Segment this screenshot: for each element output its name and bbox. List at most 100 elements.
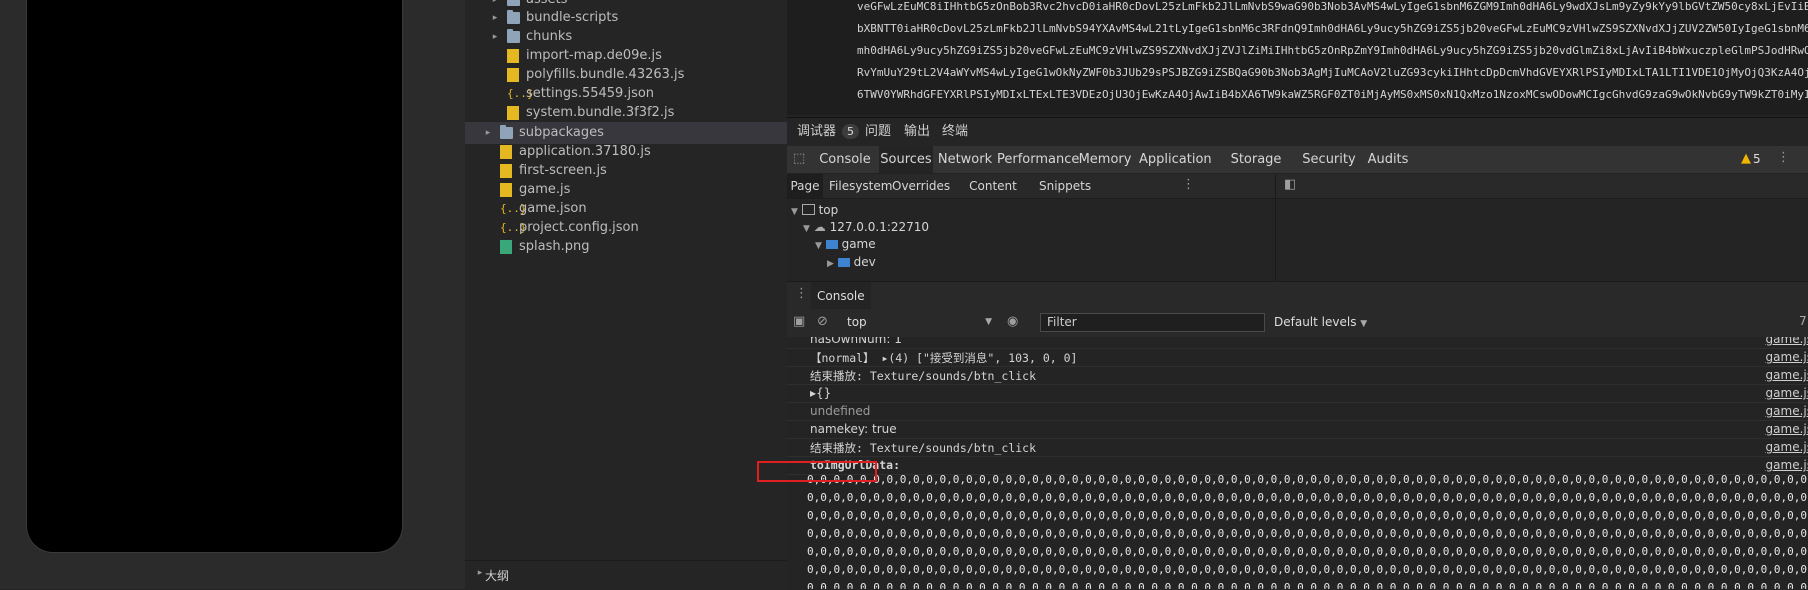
tree-node-game[interactable]: ▼ game <box>815 237 876 251</box>
tab-output[interactable]: 输出 <box>904 118 930 146</box>
folder-icon <box>837 258 850 267</box>
folder-icon <box>507 10 520 24</box>
drawer-tabbar: ⋮ Console <box>787 281 1808 310</box>
data-dump-line: 0,0,0,0,0,0,0,0,0,0,0,0,0,0,0,0,0,0,0,0,… <box>807 545 1808 558</box>
phone-screen[interactable] <box>27 0 402 552</box>
console-message: namekey: true game.js <box>787 420 1808 439</box>
tab-audits[interactable]: Audits <box>1362 146 1414 173</box>
warning-count[interactable]: 5 <box>1753 146 1761 173</box>
console-toolbar: ▣ ⊘ top ▼ ◉ Filter Default levels ▼ 7 <box>787 309 1808 338</box>
console-message: ▸{} game.js <box>787 384 1808 403</box>
tree-item[interactable]: system.bundle.3f3f2.js <box>465 102 787 124</box>
source-link[interactable]: game.js <box>1766 337 1808 346</box>
tab-problems[interactable]: 问题 <box>865 118 891 146</box>
js-file-icon <box>507 49 519 63</box>
tab-network[interactable]: Network <box>937 146 993 173</box>
source-link[interactable]: game.js <box>1766 368 1808 382</box>
data-dump-line: 0,0,0,0,0,0,0,0,0,0,0,0,0,0,0,0,0,0,0,0,… <box>807 473 1808 486</box>
inspect-element-icon[interactable]: ⬚ <box>793 151 805 166</box>
more-vertical-icon[interactable]: ⋮ <box>795 286 808 301</box>
frame-icon <box>801 204 815 215</box>
log-levels-label: Default levels <box>1274 315 1357 329</box>
source-link[interactable]: game.js <box>1766 350 1808 364</box>
tab-security[interactable]: Security <box>1300 146 1358 173</box>
source-editor: ◧ <box>1275 174 1808 281</box>
console-message: 结束播放: Texture/sounds/btn_click game.js <box>787 366 1808 385</box>
eye-icon[interactable]: ◉ <box>1007 314 1018 329</box>
tab-application[interactable]: Application <box>1139 146 1212 173</box>
tree-item[interactable]: splash.png <box>465 236 787 258</box>
outline-section[interactable]: ▸ 大纲 <box>465 560 787 590</box>
subtab-content-scripts[interactable]: Content scripts <box>953 174 1033 217</box>
dropdown-arrow-icon: ▼ <box>985 317 992 327</box>
message-text: undefined <box>810 404 871 418</box>
tab-sources[interactable]: Sources <box>879 146 933 173</box>
debugger-badge: 5 <box>842 124 860 139</box>
source-link[interactable]: game.js <box>1766 458 1808 472</box>
more-vertical-icon[interactable]: ⋮ <box>1182 177 1195 192</box>
toggle-navigator-icon[interactable]: ◧ <box>1284 177 1296 192</box>
message-text: hasOwnNum: 1 <box>810 337 902 346</box>
blob-line: veGFwLzEuMC8iIHhtbG5zOnBob3Rvc2hvcD0iaHR… <box>857 0 1808 13</box>
log-levels-select[interactable]: Default levels ▼ <box>1274 313 1367 334</box>
cloud-icon: ☁ <box>813 220 826 234</box>
subtab-overrides[interactable]: Overrides <box>892 174 950 198</box>
tree-node-top[interactable]: ▼ top <box>791 203 838 217</box>
message-text: 结束播放: Texture/sounds/btn_click <box>810 441 1037 455</box>
tab-performance[interactable]: Performance <box>997 146 1079 173</box>
subtab-snippets[interactable]: Snippets <box>1039 174 1091 198</box>
tab-terminal[interactable]: 终端 <box>942 118 968 146</box>
source-link[interactable]: game.js <box>1766 386 1808 400</box>
js-file-icon <box>500 145 512 159</box>
data-dump-line: 0,0,0,0,0,0,0,0,0,0,0,0,0,0,0,0,0,0,0,0,… <box>807 527 1808 540</box>
chevron-down-icon: ▼ <box>791 207 798 217</box>
issue-count: 7 <box>1799 314 1807 328</box>
source-link[interactable]: game.js <box>1766 440 1808 454</box>
bottom-panel-tabs: 调试器 5 问题 输出 终端 <box>787 117 1808 148</box>
tab-console[interactable]: Console <box>815 146 875 173</box>
chevron-right-icon: ▶ <box>827 259 834 269</box>
outline-label: 大纲 <box>485 569 510 583</box>
tab-storage[interactable]: Storage <box>1215 146 1297 173</box>
sources-subtabs: PageFilesystemOverridesContent scriptsSn… <box>787 174 1275 217</box>
chevron-down-icon: ▼ <box>803 224 810 234</box>
simulator-pane <box>0 0 465 589</box>
file-tree-panel: ▸assets▸bundle-scripts▸chunksimport-map.… <box>465 0 788 590</box>
console-message: 结束播放: Texture/sounds/btn_click game.js <box>787 438 1808 457</box>
js-file-icon <box>507 106 519 120</box>
context-value: top <box>847 315 867 329</box>
tab-debugger-label: 调试器 <box>797 124 837 139</box>
tree-node-label: 127.0.0.1:22710 <box>829 220 930 234</box>
tab-console-drawer[interactable]: Console <box>811 282 871 310</box>
tree-node-label: top <box>818 203 839 217</box>
subtab-filesystem[interactable]: Filesystem <box>829 174 892 198</box>
blob-line: mh0dHA6Ly9ucy5hZG9iZS5jb20veGFwLzEuMC9zV… <box>857 44 1808 57</box>
context-select[interactable]: top ▼ <box>847 313 994 332</box>
console-message: undefined game.js <box>787 402 1808 421</box>
source-link[interactable]: game.js <box>1766 422 1808 436</box>
data-dump-line: 0,0,0,0,0,0,0,0,0,0,0,0,0,0,0,0,0,0,0,0,… <box>807 509 1808 522</box>
message-text: namekey: true <box>810 422 897 436</box>
folder-icon <box>825 240 838 249</box>
sidebar-toggle-icon[interactable]: ▣ <box>793 314 805 329</box>
editor-toolbar: ◧ <box>1276 174 1808 199</box>
filter-input[interactable]: Filter <box>1040 313 1265 332</box>
folder-icon <box>507 29 520 43</box>
tab-memory[interactable]: Memory <box>1075 146 1135 173</box>
blob-line: 6TWV0YWRhdGFEYXRlPSIyMDIxLTExLTE3VDEzOjU… <box>857 88 1808 101</box>
tab-debugger[interactable]: 调试器 5 <box>797 118 860 148</box>
console-messages: hasOwnNum: 1 game.js 【normal】 ▸(4) ["接受到消息… <box>787 337 1808 589</box>
message-text: 【normal】 ▸(4) ["接受到消息", 103, 0, 0] <box>810 351 1078 365</box>
clear-console-icon[interactable]: ⊘ <box>817 314 828 329</box>
tree-node-host[interactable]: ▼ ☁ 127.0.0.1:22710 <box>803 220 929 234</box>
tree-item-label: splash.png <box>519 239 590 254</box>
folder-icon <box>500 125 513 139</box>
subtab-page[interactable]: Page <box>787 174 823 198</box>
source-link[interactable]: game.js <box>1766 404 1808 418</box>
js-file-icon <box>500 164 512 178</box>
data-dump-line: 0,0,0,0,0,0,0,0,0,0,0,0,0,0,0,0,0,0,0,0,… <box>807 581 1808 589</box>
devtools-pane: veGFwLzEuMC8iIHhtbG5zOnBob3Rvc2hvcD0iaHR… <box>787 0 1808 589</box>
tree-item-label: system.bundle.3f3f2.js <box>526 105 675 120</box>
more-vertical-icon[interactable]: ⋮ <box>1777 150 1790 165</box>
tree-node-dev[interactable]: ▶ dev <box>827 255 876 269</box>
